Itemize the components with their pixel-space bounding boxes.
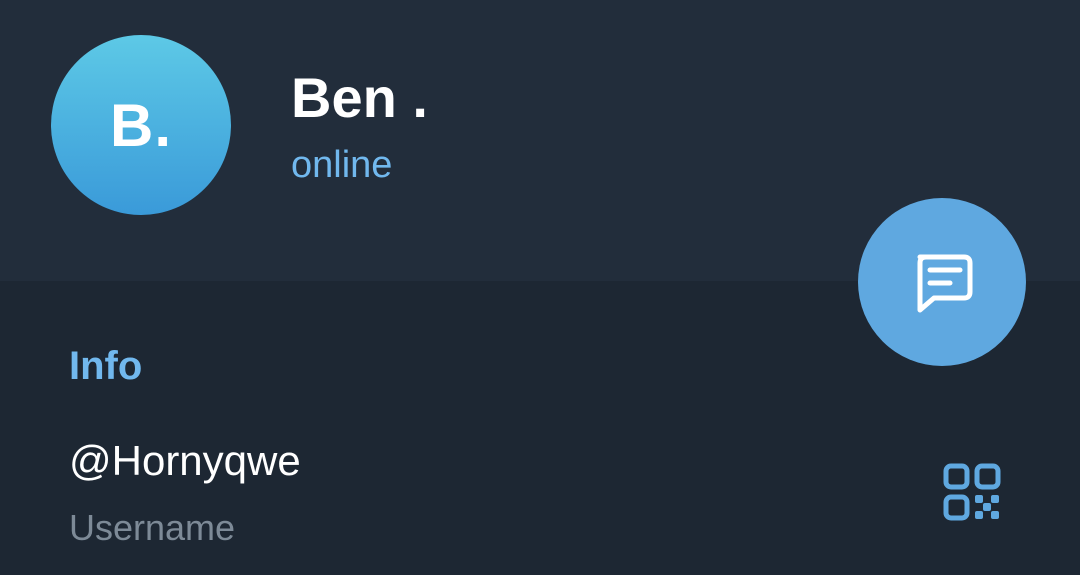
info-section-title: Info bbox=[69, 344, 143, 388]
send-message-button[interactable] bbox=[858, 198, 1026, 366]
profile-screen: B. Ben . online Info @Hornyqwe Username bbox=[0, 0, 1080, 575]
username-label: Username bbox=[69, 507, 236, 548]
qr-code-button[interactable] bbox=[938, 458, 1006, 526]
username-value: @Hornyqwe bbox=[69, 437, 301, 484]
avatar[interactable]: B. bbox=[51, 35, 231, 215]
qr-code-icon bbox=[943, 463, 1001, 521]
avatar-initials: B. bbox=[110, 91, 172, 159]
message-bubble-icon bbox=[917, 254, 973, 313]
profile-name: Ben . bbox=[291, 66, 428, 129]
username-row[interactable]: @Hornyqwe Username bbox=[0, 420, 1080, 575]
online-status: online bbox=[291, 144, 393, 186]
